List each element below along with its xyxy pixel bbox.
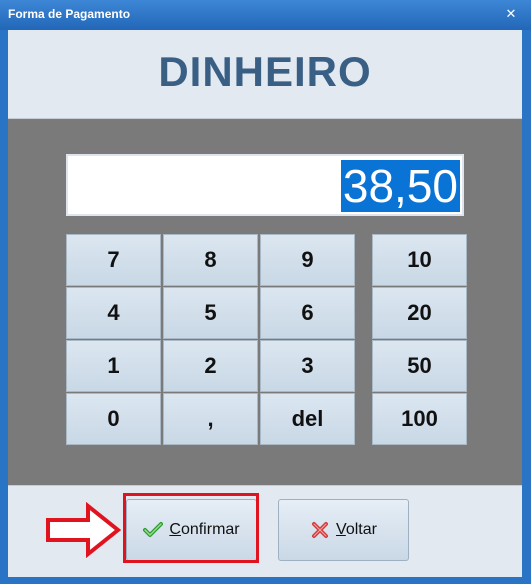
action-bar: Confirmar Voltar bbox=[8, 485, 522, 577]
payment-window: Forma de Pagamento ✕ DINHEIRO 38,50 7 8 … bbox=[0, 0, 531, 584]
key-9[interactable]: 9 bbox=[260, 234, 355, 286]
pointer-arrow-icon bbox=[46, 502, 122, 558]
key-comma[interactable]: , bbox=[163, 393, 258, 445]
key-1[interactable]: 1 bbox=[66, 340, 161, 392]
amount-value: 38,50 bbox=[340, 160, 460, 212]
key-0[interactable]: 0 bbox=[66, 393, 161, 445]
title-bar[interactable]: Forma de Pagamento ✕ bbox=[0, 0, 531, 30]
window-title: Forma de Pagamento bbox=[8, 7, 131, 21]
payment-header: DINHEIRO bbox=[8, 30, 522, 119]
amount-key-50[interactable]: 50 bbox=[372, 340, 467, 392]
cross-icon bbox=[312, 522, 329, 538]
key-5[interactable]: 5 bbox=[163, 287, 258, 339]
back-label: Voltar bbox=[336, 521, 377, 538]
back-button[interactable]: Voltar bbox=[278, 499, 409, 561]
key-delete[interactable]: del bbox=[260, 393, 355, 445]
key-7[interactable]: 7 bbox=[66, 234, 161, 286]
keypad-panel: 38,50 7 8 9 4 5 6 1 2 3 0 , del 10 20 50… bbox=[8, 119, 522, 485]
amount-key-100[interactable]: 100 bbox=[372, 393, 467, 445]
amount-key-10[interactable]: 10 bbox=[372, 234, 467, 286]
amount-key-20[interactable]: 20 bbox=[372, 287, 467, 339]
close-icon[interactable]: ✕ bbox=[500, 5, 522, 25]
dialog-body: DINHEIRO 38,50 7 8 9 4 5 6 1 2 3 0 , del… bbox=[8, 30, 522, 577]
key-3[interactable]: 3 bbox=[260, 340, 355, 392]
key-4[interactable]: 4 bbox=[66, 287, 161, 339]
key-8[interactable]: 8 bbox=[163, 234, 258, 286]
payment-method-title: DINHEIRO bbox=[158, 48, 372, 95]
key-6[interactable]: 6 bbox=[260, 287, 355, 339]
highlight-frame bbox=[123, 493, 259, 563]
amount-display[interactable]: 38,50 bbox=[66, 154, 464, 216]
key-2[interactable]: 2 bbox=[163, 340, 258, 392]
